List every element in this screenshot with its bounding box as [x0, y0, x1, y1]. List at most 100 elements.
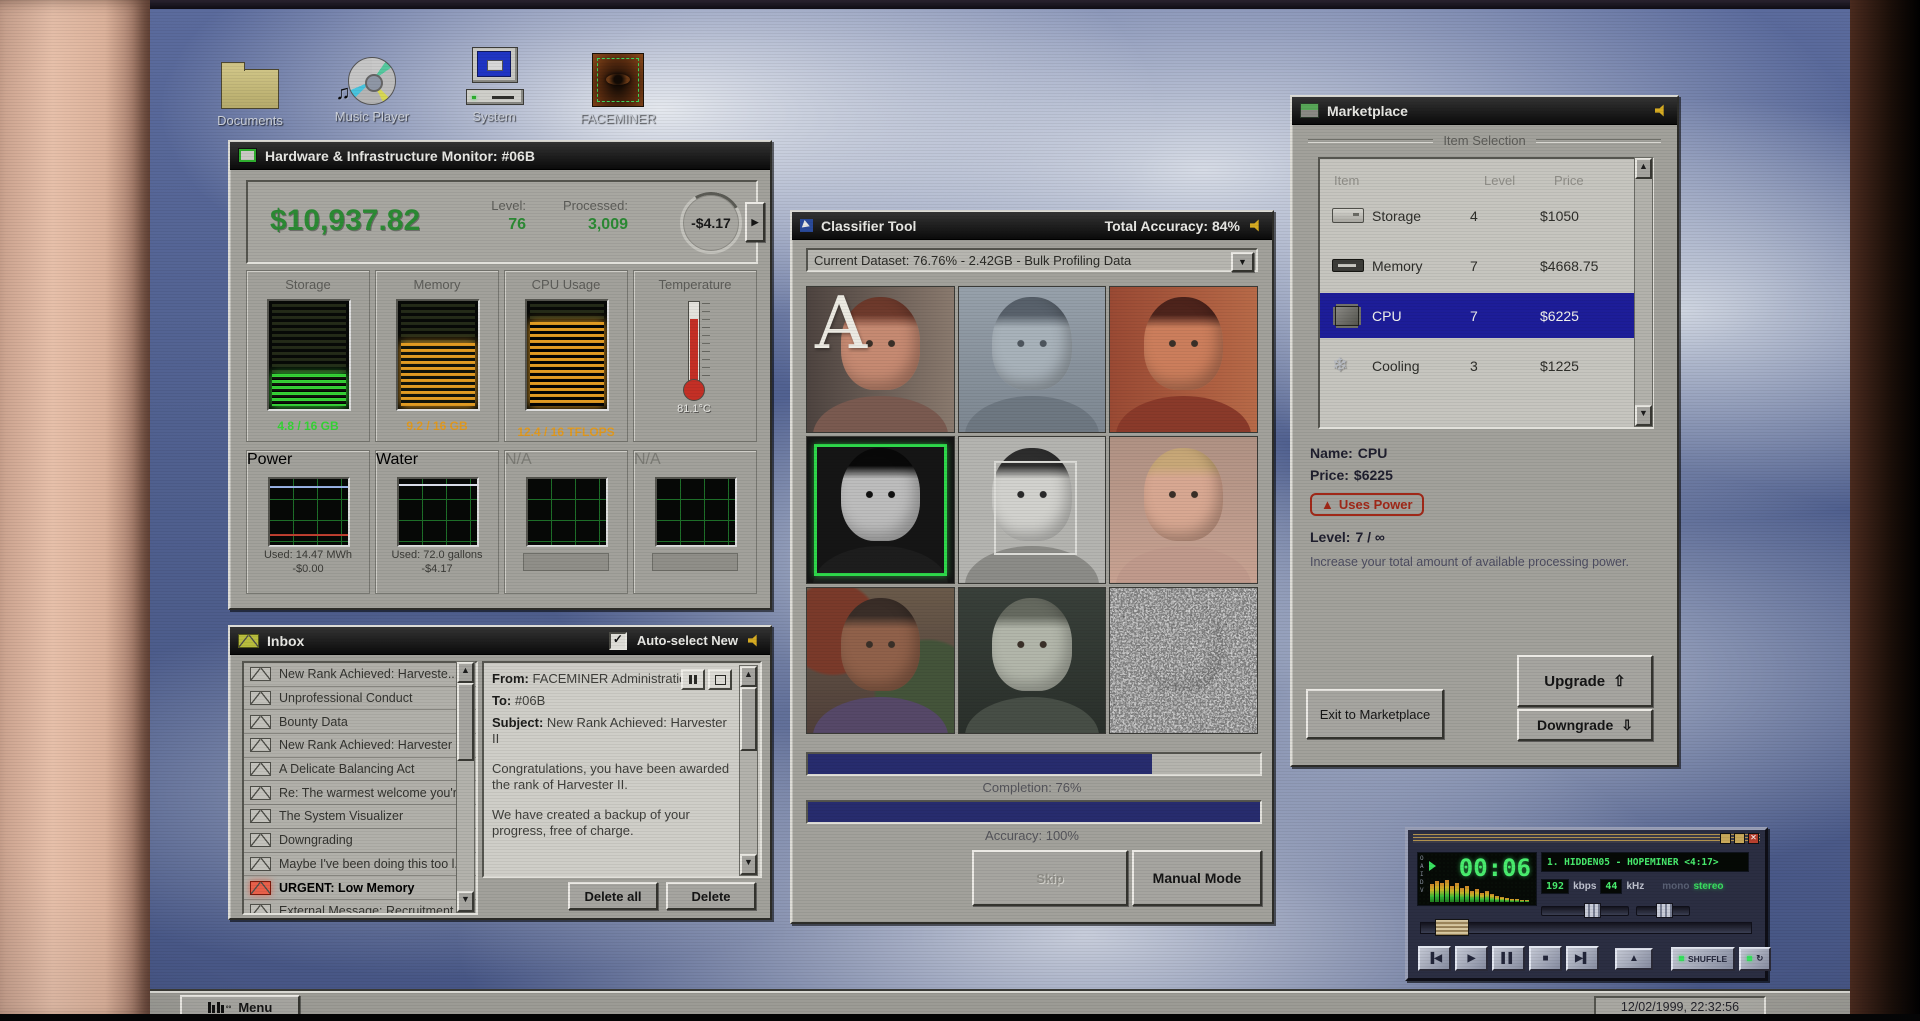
scroll-up-icon[interactable]: ▲ [740, 666, 757, 687]
close-icon[interactable]: ✕ [1748, 833, 1759, 844]
cpu-icon [1335, 305, 1359, 326]
autoselect-checkbox[interactable]: ✓ [608, 631, 627, 650]
mail-row[interactable]: New Rank Achieved: Harveste... [244, 663, 476, 687]
mail-row[interactable]: Re: The warmest welcome you'r... [244, 781, 476, 806]
eject-button[interactable]: ▲ [1615, 947, 1653, 970]
mail-row[interactable]: Bounty Data [244, 710, 476, 735]
volume-handle[interactable] [1584, 903, 1601, 918]
mail-list: New Rank Achieved: Harveste... Unprofess… [242, 661, 478, 915]
repeat-button[interactable]: ↻ [1739, 946, 1772, 971]
face-tile-2[interactable] [957, 286, 1107, 434]
inbox-titlebar[interactable]: Inbox ✓ Auto-select New [230, 627, 770, 655]
item-row-cooling[interactable]: ❄ Cooling 3 $1225 [1320, 343, 1652, 388]
face-tile-9-static[interactable] [1109, 586, 1258, 734]
inbox-window: Inbox ✓ Auto-select New New Rank Achieve… [228, 625, 772, 920]
scroll-up-icon[interactable]: ▲ [1635, 158, 1652, 179]
mail-row[interactable]: Downgrading [244, 829, 476, 853]
shuffle-button[interactable]: SHUFFLE [1671, 946, 1736, 971]
mail-row[interactable]: New Rank Achieved: Harvester I [244, 734, 476, 758]
speaker-icon[interactable] [748, 634, 757, 647]
mail-row-selected[interactable]: URGENT: Low Memory [244, 876, 476, 900]
item-list-scrollbar[interactable]: ▲ ▼ [1634, 157, 1653, 427]
desktop-icon-system[interactable]: System [446, 45, 542, 124]
item-row-storage[interactable]: Storage 4 $1050 [1320, 193, 1652, 238]
next-button[interactable]: ▶▌ [1566, 946, 1599, 971]
cd-icon [348, 57, 396, 105]
mail-list-scrollbar[interactable]: ▲ ▼ [456, 661, 475, 913]
scroll-down-icon[interactable]: ▼ [1635, 405, 1652, 426]
mail-row[interactable]: The System Visualizer [244, 805, 476, 829]
desktop-icon-faceminer[interactable]: FACEMINER [570, 47, 666, 126]
exit-marketplace-button[interactable]: Exit to Marketplace [1306, 689, 1444, 739]
next-panel-button[interactable]: ▶ [745, 202, 765, 242]
scrollbar-thumb[interactable] [457, 683, 474, 761]
play-button[interactable]: ▶ [1455, 946, 1488, 971]
delete-all-button[interactable]: Delete all [568, 882, 658, 910]
stop-button[interactable]: ■ [1529, 946, 1562, 971]
scroll-down-icon[interactable]: ▼ [740, 854, 757, 875]
envelope-icon [250, 667, 271, 682]
hardware-monitor-titlebar[interactable]: Hardware & Infrastructure Monitor: #06B [230, 142, 770, 170]
desktop-icon-documents[interactable]: Documents [202, 49, 298, 128]
accuracy-bar [806, 800, 1262, 824]
pause-button[interactable] [681, 669, 705, 690]
delete-button[interactable]: Delete [666, 882, 756, 910]
completion-bar [806, 752, 1262, 776]
balance-handle[interactable] [1656, 903, 1673, 918]
envelope-icon [250, 904, 271, 913]
spectrum-analyzer[interactable] [1430, 880, 1532, 902]
item-row-cpu-selected[interactable]: CPU 7 $6225 [1320, 293, 1652, 338]
minimize-icon[interactable] [1720, 833, 1731, 844]
scroll-up-icon[interactable]: ▲ [457, 662, 474, 683]
dataset-dropdown[interactable]: Current Dataset: 76.76% - 2.42GB - Bulk … [806, 248, 1258, 272]
face-tile-7[interactable] [806, 586, 955, 734]
balance-value: $10,937.82 [270, 204, 421, 237]
mono-indicator: mono [1662, 880, 1690, 892]
window-title: Hardware & Infrastructure Monitor: #06B [265, 147, 535, 164]
mail-row[interactable]: Maybe I've been doing this too l... [244, 853, 476, 877]
speaker-icon[interactable] [1250, 219, 1259, 232]
detail-level: Level: 7 / ∞ [1310, 529, 1385, 545]
scroll-down-icon[interactable]: ▼ [457, 891, 474, 912]
mail-row[interactable]: Unprofessional Conduct [244, 687, 476, 711]
item-selection-legend: Item Selection [1308, 133, 1661, 148]
volume-slider[interactable] [1541, 903, 1629, 918]
scrollbar-thumb[interactable] [740, 687, 757, 751]
player-titlebar[interactable] [1413, 834, 1760, 843]
letter-overlay: A [815, 286, 867, 365]
face-tile-3[interactable] [1109, 286, 1258, 434]
manual-mode-button[interactable]: Manual Mode [1132, 850, 1262, 906]
clutterbar[interactable]: OAIDV [1420, 855, 1426, 895]
previous-button[interactable]: ▐◀ [1418, 946, 1451, 971]
cpu-gauge: CPU Usage 12.4 / 16 TFLOPS [504, 270, 628, 442]
popout-button[interactable] [708, 669, 732, 690]
dropdown-arrow-icon[interactable]: ▼ [1231, 252, 1254, 272]
seek-handle[interactable] [1435, 919, 1469, 936]
seek-bar[interactable] [1420, 919, 1752, 936]
empty-graph [655, 477, 737, 547]
desktop-icon-music-player[interactable]: ♫ Music Player [324, 45, 420, 124]
upgrade-button[interactable]: Upgrade ⇧ [1517, 655, 1653, 707]
item-row-memory[interactable]: Memory 7 $4668.75 [1320, 243, 1652, 288]
classifier-titlebar[interactable]: Classifier Tool Total Accuracy: 84% [792, 212, 1272, 240]
monitor-bezel-top [150, 0, 1850, 9]
downgrade-button[interactable]: Downgrade ⇩ [1517, 709, 1653, 741]
face-tile-8[interactable] [957, 586, 1107, 734]
face-tile-4-selected[interactable] [806, 436, 955, 584]
pause-button[interactable]: ▌▌ [1492, 946, 1525, 971]
mail-row[interactable]: External Message: Recruitment [244, 900, 476, 913]
mail-row[interactable]: A Delicate Balancing Act [244, 758, 476, 782]
face-tile-5[interactable] [957, 436, 1107, 584]
skip-button[interactable]: Skip [972, 850, 1128, 906]
face-tile-1[interactable]: A [806, 286, 955, 434]
marketplace-titlebar[interactable]: Marketplace [1292, 97, 1677, 125]
face-tile-6[interactable] [1109, 436, 1258, 584]
track-display: 1. HIDDEN05 - HOPEMINER <4:17> [1541, 852, 1749, 872]
balance-slider[interactable] [1636, 903, 1690, 918]
monitor-bezel-bottom [0, 1014, 1920, 1021]
speaker-icon[interactable] [1655, 104, 1664, 117]
urgent-envelope-icon [250, 880, 271, 895]
shade-icon[interactable] [1734, 833, 1745, 844]
mail-pane-scrollbar[interactable]: ▲ ▼ [739, 665, 758, 876]
thermometer: 81.1°C [654, 299, 734, 419]
